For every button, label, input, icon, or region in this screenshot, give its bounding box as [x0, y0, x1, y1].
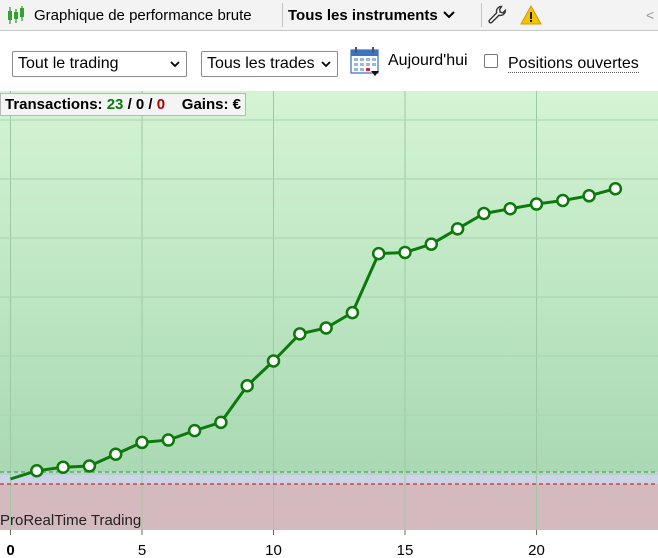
divider	[481, 3, 482, 27]
instruments-label: Tous les instruments	[288, 6, 438, 24]
instruments-dropdown[interactable]: Tous les instruments	[288, 0, 455, 30]
candlestick-icon	[6, 0, 28, 30]
trade-point[interactable]	[477, 206, 491, 221]
date-range-label[interactable]: Aujourd'hui	[388, 52, 468, 70]
trade-point[interactable]	[398, 245, 412, 260]
trade-point[interactable]	[345, 305, 360, 320]
top-toolbar: Graphique de performance brute Tous les …	[0, 0, 658, 31]
collapse-icon[interactable]: <	[646, 0, 654, 30]
gains-unit: €	[232, 96, 241, 113]
calendar-icon[interactable]	[350, 47, 381, 77]
chart-title: Graphique de performance brute	[34, 6, 252, 24]
x-axis-area	[0, 530, 658, 558]
winning-count: 23	[106, 96, 124, 113]
x-tick-label: 20	[528, 542, 545, 558]
trade-point[interactable]	[266, 354, 281, 368]
trading-type-value: Tout le trading	[18, 55, 119, 72]
losing-count: 0	[156, 96, 166, 113]
wrench-icon[interactable]	[487, 0, 509, 30]
transactions-label: Transactions:	[5, 96, 103, 113]
x-tick-label: 0	[6, 542, 14, 558]
trade-point[interactable]	[293, 327, 307, 341]
neutral-count: 0	[135, 96, 145, 113]
trade-point[interactable]	[187, 423, 202, 438]
open-positions-checkbox[interactable]	[484, 54, 498, 68]
trade-point[interactable]	[608, 181, 623, 196]
trade-point[interactable]	[240, 379, 254, 393]
trade-point[interactable]	[503, 202, 517, 216]
trade-point[interactable]	[319, 321, 333, 335]
trade-point[interactable]	[56, 460, 70, 474]
warning-icon[interactable]	[520, 0, 542, 30]
trade-point[interactable]	[30, 463, 44, 478]
trade-point[interactable]	[135, 435, 149, 450]
trade-point[interactable]	[108, 447, 123, 461]
chevron-down-icon	[321, 61, 331, 68]
trade-point[interactable]	[556, 193, 570, 208]
watermark: ProRealTime Trading	[0, 512, 142, 529]
open-positions-label[interactable]: Positions ouvertes	[508, 56, 639, 73]
chevron-down-icon	[170, 61, 180, 68]
trade-point[interactable]	[371, 246, 386, 261]
trade-point[interactable]	[424, 237, 439, 251]
gains-label: Gains:	[181, 96, 229, 113]
x-tick-label: 15	[397, 542, 414, 558]
divider	[282, 3, 283, 27]
trades-type-value: Tous les trades	[207, 55, 315, 72]
chevron-down-icon	[443, 11, 455, 19]
performance-chart: 0 5 10 15 20	[0, 91, 658, 558]
trades-type-select[interactable]: Tous les trades	[201, 51, 338, 77]
trade-point[interactable]	[161, 433, 176, 447]
x-tick-label: 5	[138, 542, 146, 558]
trade-point[interactable]	[582, 189, 596, 203]
trading-type-select[interactable]: Tout le trading	[12, 51, 187, 77]
trade-point[interactable]	[529, 197, 544, 211]
trade-point[interactable]	[214, 415, 228, 430]
x-tick-label: 10	[265, 542, 282, 558]
filter-bar: Tout le trading Tous les trades Aujourd'…	[0, 31, 658, 91]
trade-point[interactable]	[82, 459, 97, 473]
trade-point[interactable]	[450, 222, 465, 236]
transactions-summary: Transactions: 23 / 0 / 0 Gains: €	[0, 93, 246, 116]
